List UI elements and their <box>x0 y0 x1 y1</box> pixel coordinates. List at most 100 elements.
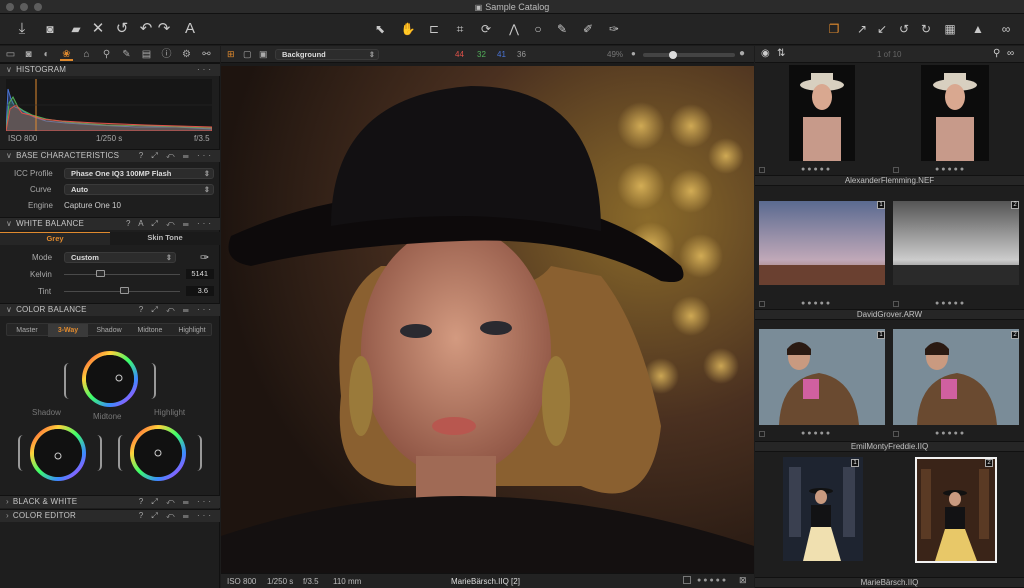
shadow-color-wheel[interactable] <box>28 423 88 483</box>
folder-icon[interactable]: ▰ <box>66 19 86 39</box>
thumbnail-checkbox[interactable] <box>759 431 765 437</box>
more-icon[interactable]: ··· <box>197 64 214 76</box>
kelvin-slider[interactable] <box>64 269 180 279</box>
thumbnail-cell[interactable] <box>757 63 887 163</box>
metadata-tab-icon[interactable]: ▤ <box>140 48 153 61</box>
icc-profile-select[interactable]: Phase One IQ3 100MP Flash ⇕ <box>64 168 214 179</box>
apply-icon[interactable]: ↗ <box>852 19 872 39</box>
color-balance-header[interactable]: ∨ COLOR BALANCE ? ⤢ ↶ ☰ ··· <box>0 303 220 316</box>
base-characteristics-header[interactable]: ∨ BASE CHARACTERISTICS ? ⤢ ↶ ☰ ··· <box>0 149 220 162</box>
undo-all-icon[interactable]: ↺ <box>112 19 132 39</box>
single-view-icon[interactable]: ▢ <box>243 49 252 60</box>
header-tools-icons[interactable]: ? A ⤢ ↶ ☰ ··· <box>126 218 214 230</box>
circle-icon[interactable]: ○ <box>528 19 548 39</box>
rating-dots[interactable]: ●●●●● <box>935 430 966 437</box>
eyedropper-icon[interactable]: ✐ <box>578 19 598 39</box>
undo-icon[interactable]: ↶ <box>136 19 156 39</box>
info-overlay-icon[interactable]: ⊠ <box>739 575 747 586</box>
camera-icon[interactable]: ◙ <box>40 19 60 39</box>
rating-dots[interactable]: ●●●●● <box>935 300 966 307</box>
zoom-slider[interactable] <box>643 51 735 59</box>
tint-value[interactable]: 3.6 <box>186 286 214 296</box>
grid-icon[interactable]: ▦ <box>940 19 960 39</box>
select-checkbox[interactable] <box>683 576 691 584</box>
proof-view-icon[interactable]: ▣ <box>259 49 268 60</box>
rating-dots[interactable]: ●●●●● <box>801 430 832 437</box>
white-balance-header[interactable]: ∨ WHITE BALANCE ? A ⤢ ↶ ☰ ··· <box>0 217 220 230</box>
midtone-lightness-slider[interactable] <box>64 363 74 399</box>
cursor-icon[interactable]: ⬉ <box>370 19 390 39</box>
layer-select[interactable]: Background ⇕ <box>275 49 379 60</box>
warning-icon[interactable]: ▲ <box>968 19 988 39</box>
midtone-color-wheel[interactable] <box>80 349 140 409</box>
sort-icon[interactable]: ⇅ <box>777 48 785 59</box>
lens-tab-icon[interactable]: ◐ <box>40 48 53 61</box>
black-white-header[interactable]: › BLACK & WHITE ? ⤢ ↶ ☰ ··· <box>0 495 220 508</box>
tab-shadow[interactable]: Shadow <box>89 324 129 337</box>
thumbnail-cell[interactable]: 2 <box>891 327 1021 427</box>
batch-tab-icon[interactable]: ⚯ <box>200 48 213 61</box>
header-tools-icons[interactable]: ? ⤢ ↶ ☰ ··· <box>139 150 214 162</box>
adjust-tab-icon[interactable]: ✎ <box>120 48 133 61</box>
settings-tab-icon[interactable]: ⚙ <box>180 48 193 61</box>
multi-view-icon[interactable]: ⊞ <box>227 49 235 60</box>
header-tools-icons[interactable]: ? ⤢ ↶ ☰ ··· <box>139 304 214 316</box>
highlight-color-wheel[interactable] <box>128 423 188 483</box>
close-icon[interactable]: ✕ <box>88 19 108 39</box>
header-tools-icons[interactable]: ? ⤢ ↶ ☰ ··· <box>139 496 214 508</box>
rating-dots[interactable]: ●●●●● <box>935 166 966 173</box>
tab-master[interactable]: Master <box>7 324 47 337</box>
eraser-icon[interactable]: ✑ <box>604 19 624 39</box>
rating-dots[interactable]: ●●●●● <box>801 166 832 173</box>
rating-dots[interactable]: ●●●●● <box>697 577 728 584</box>
zoom-slider-handle[interactable] <box>669 51 677 59</box>
thumbnail-checkbox[interactable] <box>893 167 899 173</box>
color-tab-icon[interactable]: ❀ <box>60 48 73 61</box>
image-viewer[interactable] <box>221 63 754 573</box>
glasses-icon[interactable]: ∞ <box>996 19 1016 39</box>
text-icon[interactable]: A <box>180 19 200 39</box>
thumbnail-cell[interactable] <box>891 63 1021 163</box>
mode-select[interactable]: Custom ⇕ <box>64 252 176 263</box>
hand-icon[interactable]: ✋ <box>398 19 418 39</box>
keystone-icon[interactable]: ⋀ <box>504 19 524 39</box>
rating-dots[interactable]: ●●●●● <box>801 300 832 307</box>
histogram-header[interactable]: ∨ HISTOGRAM ··· <box>0 63 220 76</box>
rotate-icon[interactable]: ⟳ <box>476 19 496 39</box>
thumbnail-cell[interactable]: 2 <box>891 199 1021 299</box>
rotate-right-icon[interactable]: ↻ <box>916 19 936 39</box>
shadow-lightness-slider[interactable] <box>18 435 28 471</box>
thumbnail-cell[interactable]: 1 <box>757 455 887 561</box>
thumbnail-checkbox[interactable] <box>893 431 899 437</box>
tab-highlight[interactable]: Highlight <box>171 324 213 337</box>
tint-slider-handle[interactable] <box>119 287 129 294</box>
color-editor-header[interactable]: › COLOR EDITOR ? ⤢ ↶ ☰ ··· <box>0 509 220 522</box>
curve-select[interactable]: Auto ⇕ <box>64 184 214 195</box>
info-tab-icon[interactable]: ⓘ <box>160 48 173 61</box>
library-tab-icon[interactable]: ▭ <box>4 48 17 61</box>
copy-icon[interactable]: ❐ <box>824 19 844 39</box>
redo-icon[interactable]: ↷ <box>154 19 174 39</box>
thumbnail-checkbox[interactable] <box>759 301 765 307</box>
kelvin-value[interactable]: 5141 <box>186 269 214 279</box>
midtone-saturation-slider[interactable] <box>146 363 156 399</box>
thumbnail-cell-selected[interactable]: 2 <box>891 455 1021 567</box>
highlight-saturation-slider[interactable] <box>192 435 202 471</box>
rotate-left-icon[interactable]: ↺ <box>894 19 914 39</box>
paste-icon[interactable]: ↙ <box>872 19 892 39</box>
thumbnail-checkbox[interactable] <box>759 167 765 173</box>
search-tab-icon[interactable]: ⚲ <box>100 48 113 61</box>
tab-midtone[interactable]: Midtone <box>130 324 170 337</box>
tab-skin-tone[interactable]: Skin Tone <box>110 232 220 245</box>
thumbnail-cell[interactable]: 1 <box>757 199 887 299</box>
tint-slider[interactable] <box>64 286 180 296</box>
thumbnail-cell[interactable]: 1 <box>757 327 887 427</box>
brush-icon[interactable]: ✎ <box>552 19 572 39</box>
import-icon[interactable]: ⤓ <box>12 19 32 39</box>
transform-icon[interactable]: ⌗ <box>450 19 470 39</box>
shadow-saturation-slider[interactable] <box>92 435 102 471</box>
thumbnail-checkbox[interactable] <box>893 301 899 307</box>
eye-icon[interactable]: ◉ <box>761 48 770 59</box>
search-icon[interactable]: ⚲ <box>993 48 1000 59</box>
tab-grey[interactable]: Grey <box>0 232 110 245</box>
